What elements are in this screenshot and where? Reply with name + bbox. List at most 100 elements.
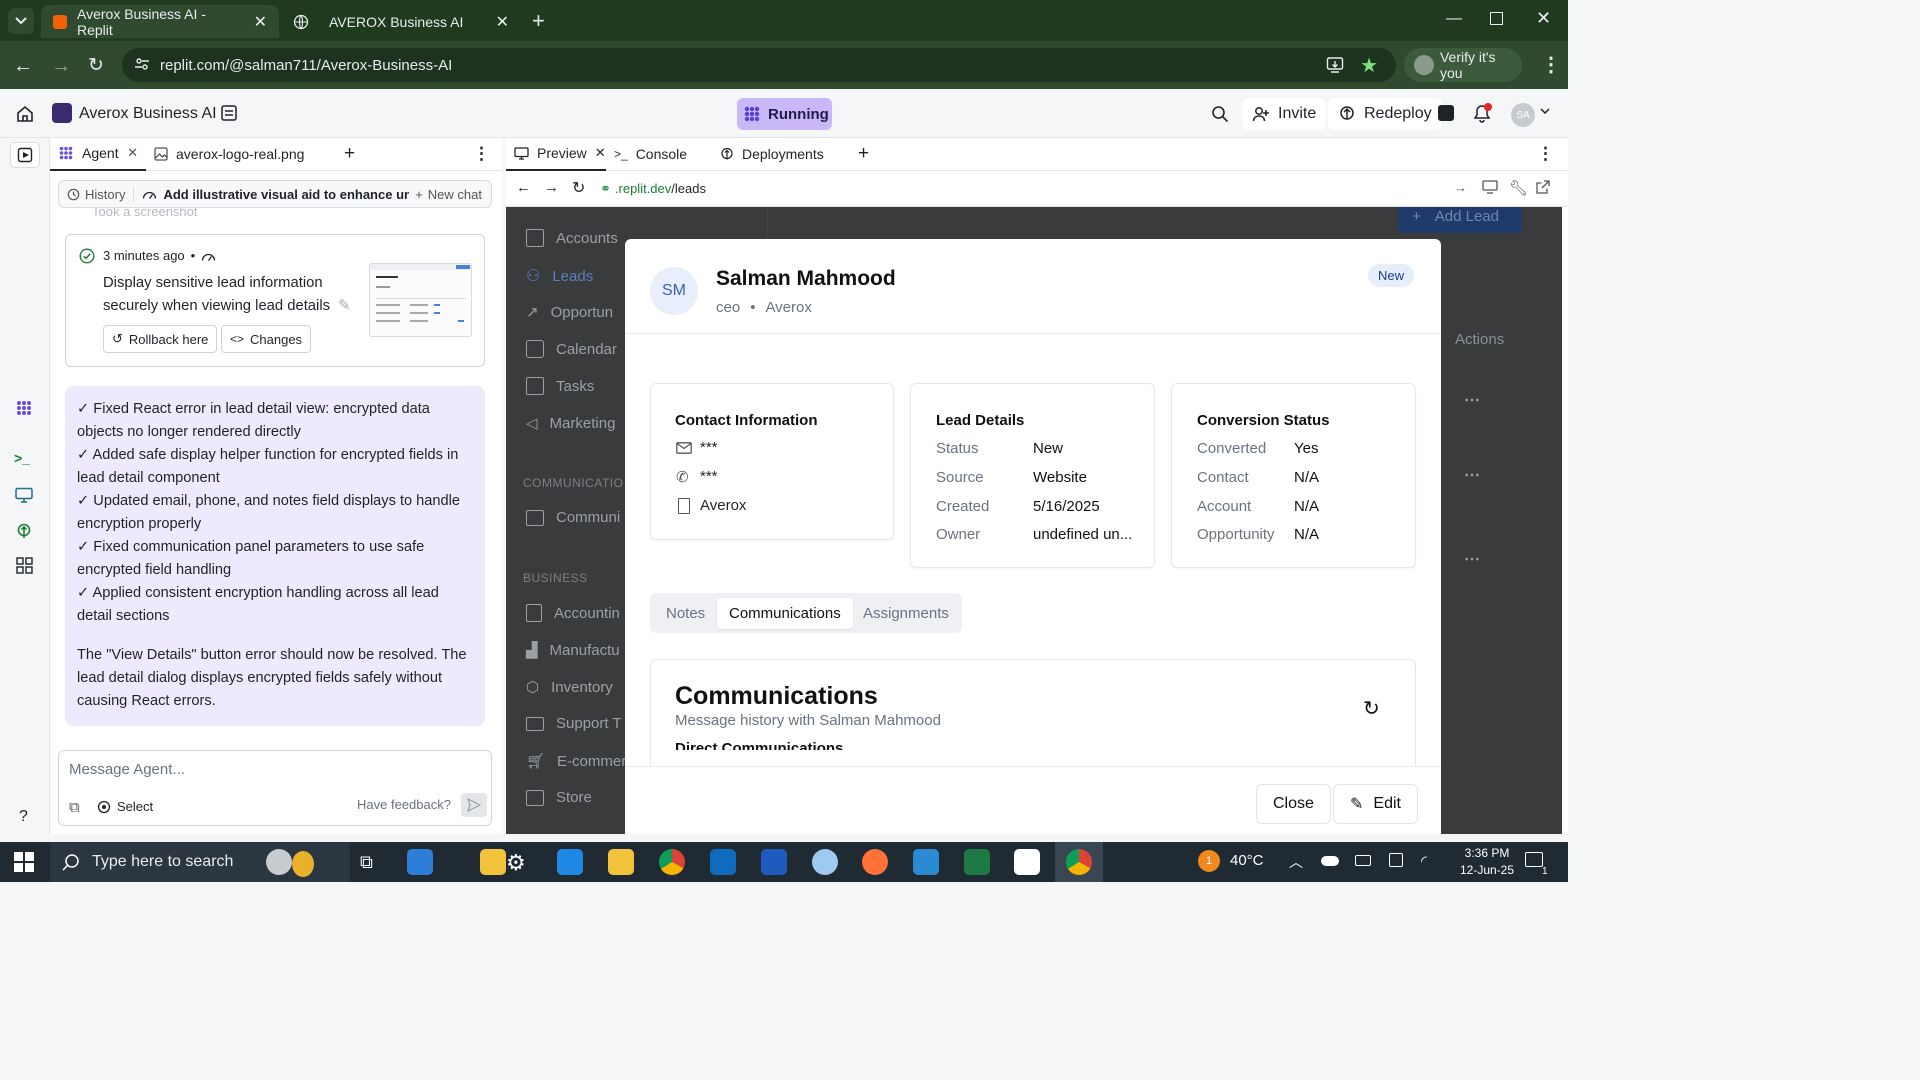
- back-icon[interactable]: ←: [13, 55, 33, 78]
- back-icon[interactable]: ←: [516, 179, 531, 196]
- address-bar[interactable]: replit.com/@salman711/Averox-Business-AI…: [122, 48, 1396, 82]
- excel-icon[interactable]: [964, 849, 990, 875]
- redeploy-button[interactable]: Redeploy: [1328, 98, 1442, 130]
- home-icon[interactable]: [15, 104, 35, 124]
- search-icon[interactable]: [1211, 105, 1229, 123]
- nav-tasks[interactable]: Tasks: [526, 377, 594, 395]
- nav-manufacturing[interactable]: ▟ Manufactu: [526, 641, 620, 660]
- close-icon[interactable]: ✕: [254, 12, 267, 32]
- notification-center-icon[interactable]: [1525, 852, 1543, 867]
- open-new-window-icon[interactable]: [1536, 180, 1550, 194]
- tab-deployments[interactable]: Deployments: [712, 138, 846, 171]
- go-arrow-icon[interactable]: →: [1454, 180, 1467, 195]
- wifi-icon[interactable]: ◜: [1421, 852, 1427, 870]
- nav-communications[interactable]: Communi: [526, 509, 620, 526]
- reload-icon[interactable]: ↻: [572, 178, 585, 198]
- nav-inventory[interactable]: ⬡ Inventory: [526, 678, 613, 697]
- tab-agent[interactable]: Agent ✕: [50, 138, 146, 171]
- tray-chevron-up-icon[interactable]: ︿: [1289, 852, 1303, 872]
- system-clock[interactable]: 3:36 PM 12-Jun-25: [1457, 845, 1517, 879]
- select-element-button[interactable]: Select: [97, 799, 153, 814]
- outlook-icon[interactable]: [710, 849, 736, 875]
- close-button[interactable]: Close: [1256, 784, 1331, 824]
- nav-ecommerce[interactable]: 🛒︎ E-commer: [526, 752, 626, 771]
- new-chat-button[interactable]: + New chat: [415, 187, 491, 202]
- close-icon[interactable]: ✕: [595, 145, 606, 161]
- project-name[interactable]: Averox Business AI: [79, 105, 217, 123]
- tab-preview[interactable]: Preview ✕: [506, 138, 606, 171]
- windows-start-icon[interactable]: [14, 852, 34, 872]
- nav-accounts[interactable]: Accounts: [526, 229, 618, 247]
- history-button[interactable]: History: [59, 187, 133, 202]
- tab-assignments[interactable]: Assignments: [851, 598, 961, 629]
- shell-rail-icon[interactable]: >_: [14, 450, 30, 466]
- file-explorer-folder-icon[interactable]: [480, 849, 506, 875]
- edit-button[interactable]: ✎ Edit: [1333, 784, 1418, 824]
- verify-profile-button[interactable]: Verify it's you: [1404, 48, 1522, 82]
- task-view-icon[interactable]: ⧉: [360, 852, 373, 873]
- add-lead-button[interactable]: + Add Lead: [1398, 207, 1522, 233]
- changes-button[interactable]: <> Changes: [221, 325, 312, 353]
- project-info-icon[interactable]: [220, 104, 238, 122]
- browser-tab-averox[interactable]: AVEROX Business AI ✕: [281, 5, 521, 38]
- checkpoint-screenshot-thumbnail[interactable]: [369, 263, 472, 337]
- temperature[interactable]: 40°C: [1230, 852, 1264, 869]
- window-close-button[interactable]: ✕: [1536, 8, 1551, 29]
- firefox-icon[interactable]: [862, 849, 888, 875]
- capcut-icon[interactable]: [1014, 849, 1040, 875]
- preview-url[interactable]: ⚭ .replit.dev /leads: [600, 181, 706, 197]
- chrome-icon[interactable]: [659, 849, 685, 875]
- weather-icon[interactable]: 1: [1198, 850, 1220, 872]
- chrome-icon[interactable]: [1066, 849, 1092, 875]
- file-tree-toggle-icon[interactable]: [10, 142, 40, 168]
- microsoft-store-icon[interactable]: [557, 849, 583, 875]
- run-status-button[interactable]: Running: [737, 98, 832, 130]
- vscode-icon[interactable]: [913, 849, 939, 875]
- tab-search-dropdown[interactable]: [8, 8, 34, 34]
- rollback-button[interactable]: ↺ Rollback here: [103, 325, 218, 353]
- panel-menu-icon[interactable]: ⋮: [465, 138, 502, 171]
- attach-icon[interactable]: ⧉: [69, 799, 80, 816]
- network-icon[interactable]: [1389, 853, 1403, 867]
- battery-icon[interactable]: [1355, 855, 1371, 866]
- avatar[interactable]: SA: [1511, 103, 1535, 127]
- agent-rail-icon[interactable]: [14, 399, 34, 417]
- all-tools-icon[interactable]: [16, 557, 33, 574]
- nav-accounting[interactable]: Accountin: [526, 604, 620, 622]
- tab-communications[interactable]: Communications: [717, 598, 853, 629]
- tab-notes[interactable]: Notes: [654, 598, 717, 629]
- nav-marketing[interactable]: ◁ Marketing: [526, 414, 615, 433]
- row-actions-icon[interactable]: ⋯: [1464, 549, 1480, 569]
- close-icon[interactable]: ✕: [127, 145, 138, 161]
- invite-button[interactable]: Invite: [1242, 98, 1327, 130]
- send-button[interactable]: [461, 793, 487, 817]
- reload-icon[interactable]: ↻: [88, 54, 104, 77]
- refresh-icon[interactable]: ↻: [1363, 696, 1380, 721]
- preview-rail-icon[interactable]: [15, 487, 33, 503]
- settings-gear-icon[interactable]: ⚙: [506, 850, 526, 876]
- forward-icon[interactable]: →: [544, 179, 559, 196]
- browser-tab-replit[interactable]: Averox Business AI - Replit ✕: [41, 5, 279, 38]
- tab-console[interactable]: >_ Console: [606, 138, 712, 171]
- notifications-bell-icon[interactable]: [1473, 103, 1492, 124]
- minimize-button[interactable]: —: [1446, 10, 1462, 28]
- new-tab-button[interactable]: +: [846, 138, 877, 171]
- new-tab-button[interactable]: +: [532, 8, 545, 34]
- file-explorer-icon[interactable]: [608, 849, 634, 875]
- panel-menu-icon[interactable]: ⋮: [1529, 138, 1568, 171]
- paint-icon[interactable]: [812, 849, 838, 875]
- nav-leads[interactable]: ⚇ Leads: [526, 266, 593, 286]
- nav-calendar[interactable]: Calendar: [526, 340, 617, 358]
- install-app-icon[interactable]: [1326, 56, 1344, 74]
- edit-pencil-icon[interactable]: ✎: [338, 295, 350, 318]
- row-actions-icon[interactable]: ⋯: [1464, 465, 1480, 485]
- site-info-icon[interactable]: [134, 56, 150, 72]
- onedrive-cloud-icon[interactable]: [1321, 856, 1339, 866]
- close-icon[interactable]: ✕: [496, 12, 509, 32]
- menu-kebab-icon[interactable]: ⋮: [1541, 52, 1561, 77]
- feedback-link[interactable]: Have feedback?: [357, 797, 451, 812]
- chat-title[interactable]: Add illustrative visual aid to enhance u…: [133, 186, 409, 202]
- word-icon[interactable]: [761, 849, 787, 875]
- new-tab-button[interactable]: +: [330, 138, 363, 171]
- message-agent-input[interactable]: Message Agent...: [69, 761, 479, 778]
